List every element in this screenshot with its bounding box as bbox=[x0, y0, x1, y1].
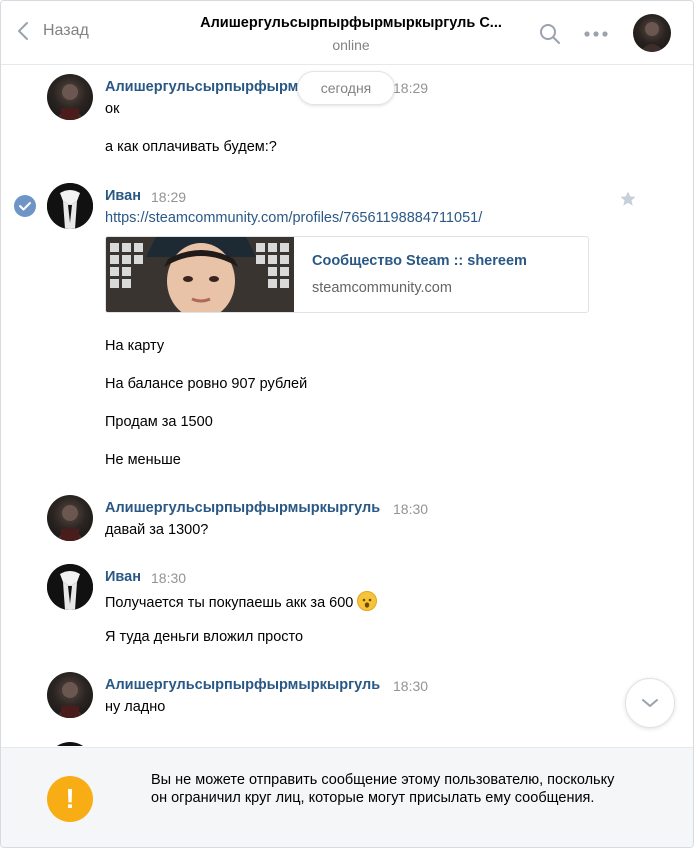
message-text: На балансе ровно 907 рублей bbox=[105, 376, 308, 392]
message-text: а как оплачивать будем:? bbox=[105, 139, 277, 155]
avatar-image bbox=[640, 22, 664, 52]
message-time[interactable]: 18:30 bbox=[393, 501, 428, 517]
message-text: На карту bbox=[105, 338, 165, 354]
back-label: Назад bbox=[43, 22, 89, 39]
avatar-image bbox=[55, 84, 85, 120]
chevron-down-icon bbox=[642, 699, 658, 707]
link-preview-image bbox=[106, 237, 294, 312]
message-text: ок bbox=[105, 101, 120, 117]
message-author[interactable]: Алишергульсырпырфырмыркыргуль bbox=[105, 677, 380, 693]
message-text: ну ладно bbox=[105, 699, 166, 715]
message-time[interactable]: 18:30 bbox=[151, 570, 186, 586]
chat-header: Назад Алишергульсырпырфырмыркыргуль С...… bbox=[1, 1, 693, 65]
avatar[interactable] bbox=[47, 495, 93, 541]
link-preview-domain: steamcommunity.com bbox=[312, 280, 452, 296]
message-author[interactable]: Алишергульсырпырфырмыркыргуль bbox=[105, 500, 380, 516]
message-feed[interactable]: сегодня Алишергульсырпырфырмыркыргуль 18… bbox=[1, 66, 693, 746]
avatar[interactable] bbox=[47, 672, 93, 718]
avatar[interactable] bbox=[47, 564, 93, 610]
more-icon[interactable] bbox=[583, 30, 609, 38]
check-icon[interactable] bbox=[14, 195, 36, 217]
message-text: давай за 1300? bbox=[105, 522, 209, 538]
search-icon[interactable] bbox=[539, 23, 561, 45]
avatar[interactable] bbox=[47, 74, 93, 120]
message-author[interactable]: Иван bbox=[105, 569, 141, 585]
star-icon[interactable] bbox=[619, 190, 637, 208]
message-link[interactable]: https://steamcommunity.com/profiles/7656… bbox=[105, 210, 482, 226]
scroll-down-button[interactable] bbox=[625, 678, 675, 728]
message-text: Продам за 1500 bbox=[105, 414, 213, 430]
header-avatar[interactable] bbox=[633, 14, 671, 52]
avatar-image bbox=[47, 183, 93, 229]
chat-title[interactable]: Алишергульсырпырфырмыркыргуль С... bbox=[161, 15, 541, 31]
date-divider: сегодня bbox=[297, 71, 395, 105]
avatar-image bbox=[47, 564, 93, 610]
message-time[interactable]: 18:30 bbox=[393, 678, 428, 694]
chevron-left-icon bbox=[18, 22, 28, 40]
message-time[interactable]: 18:29 bbox=[151, 189, 186, 205]
link-preview-card[interactable]: Сообщество Steam :: shereem steamcommuni… bbox=[105, 236, 589, 313]
warning-icon: ! bbox=[47, 776, 93, 822]
message-time[interactable]: 18:29 bbox=[393, 80, 428, 96]
message-text: Не меньше bbox=[105, 452, 181, 468]
message-text-with-emoji: Получается ты покупаешь акк за 600 bbox=[105, 591, 378, 611]
back-button[interactable]: Назад bbox=[17, 21, 89, 41]
write-restricted-notice: ! Вы не можете отправить сообщение этому… bbox=[1, 747, 693, 847]
notice-text: Вы не можете отправить сообщение этому п… bbox=[151, 772, 615, 806]
link-preview-title[interactable]: Сообщество Steam :: shereem bbox=[312, 253, 527, 269]
message-text: Я туда деньги вложил просто bbox=[105, 629, 304, 645]
avatar[interactable] bbox=[47, 742, 93, 746]
emoji-icon bbox=[357, 591, 378, 611]
avatar[interactable] bbox=[47, 183, 93, 229]
avatar-image bbox=[55, 505, 85, 541]
avatar-image bbox=[55, 682, 85, 718]
chat-window: Назад Алишергульсырпырфырмыркыргуль С...… bbox=[0, 0, 694, 848]
message-text: Получается ты покупаешь акк за 600 bbox=[105, 595, 354, 611]
online-status: online bbox=[332, 37, 370, 53]
message-author[interactable]: Иван bbox=[105, 188, 141, 204]
